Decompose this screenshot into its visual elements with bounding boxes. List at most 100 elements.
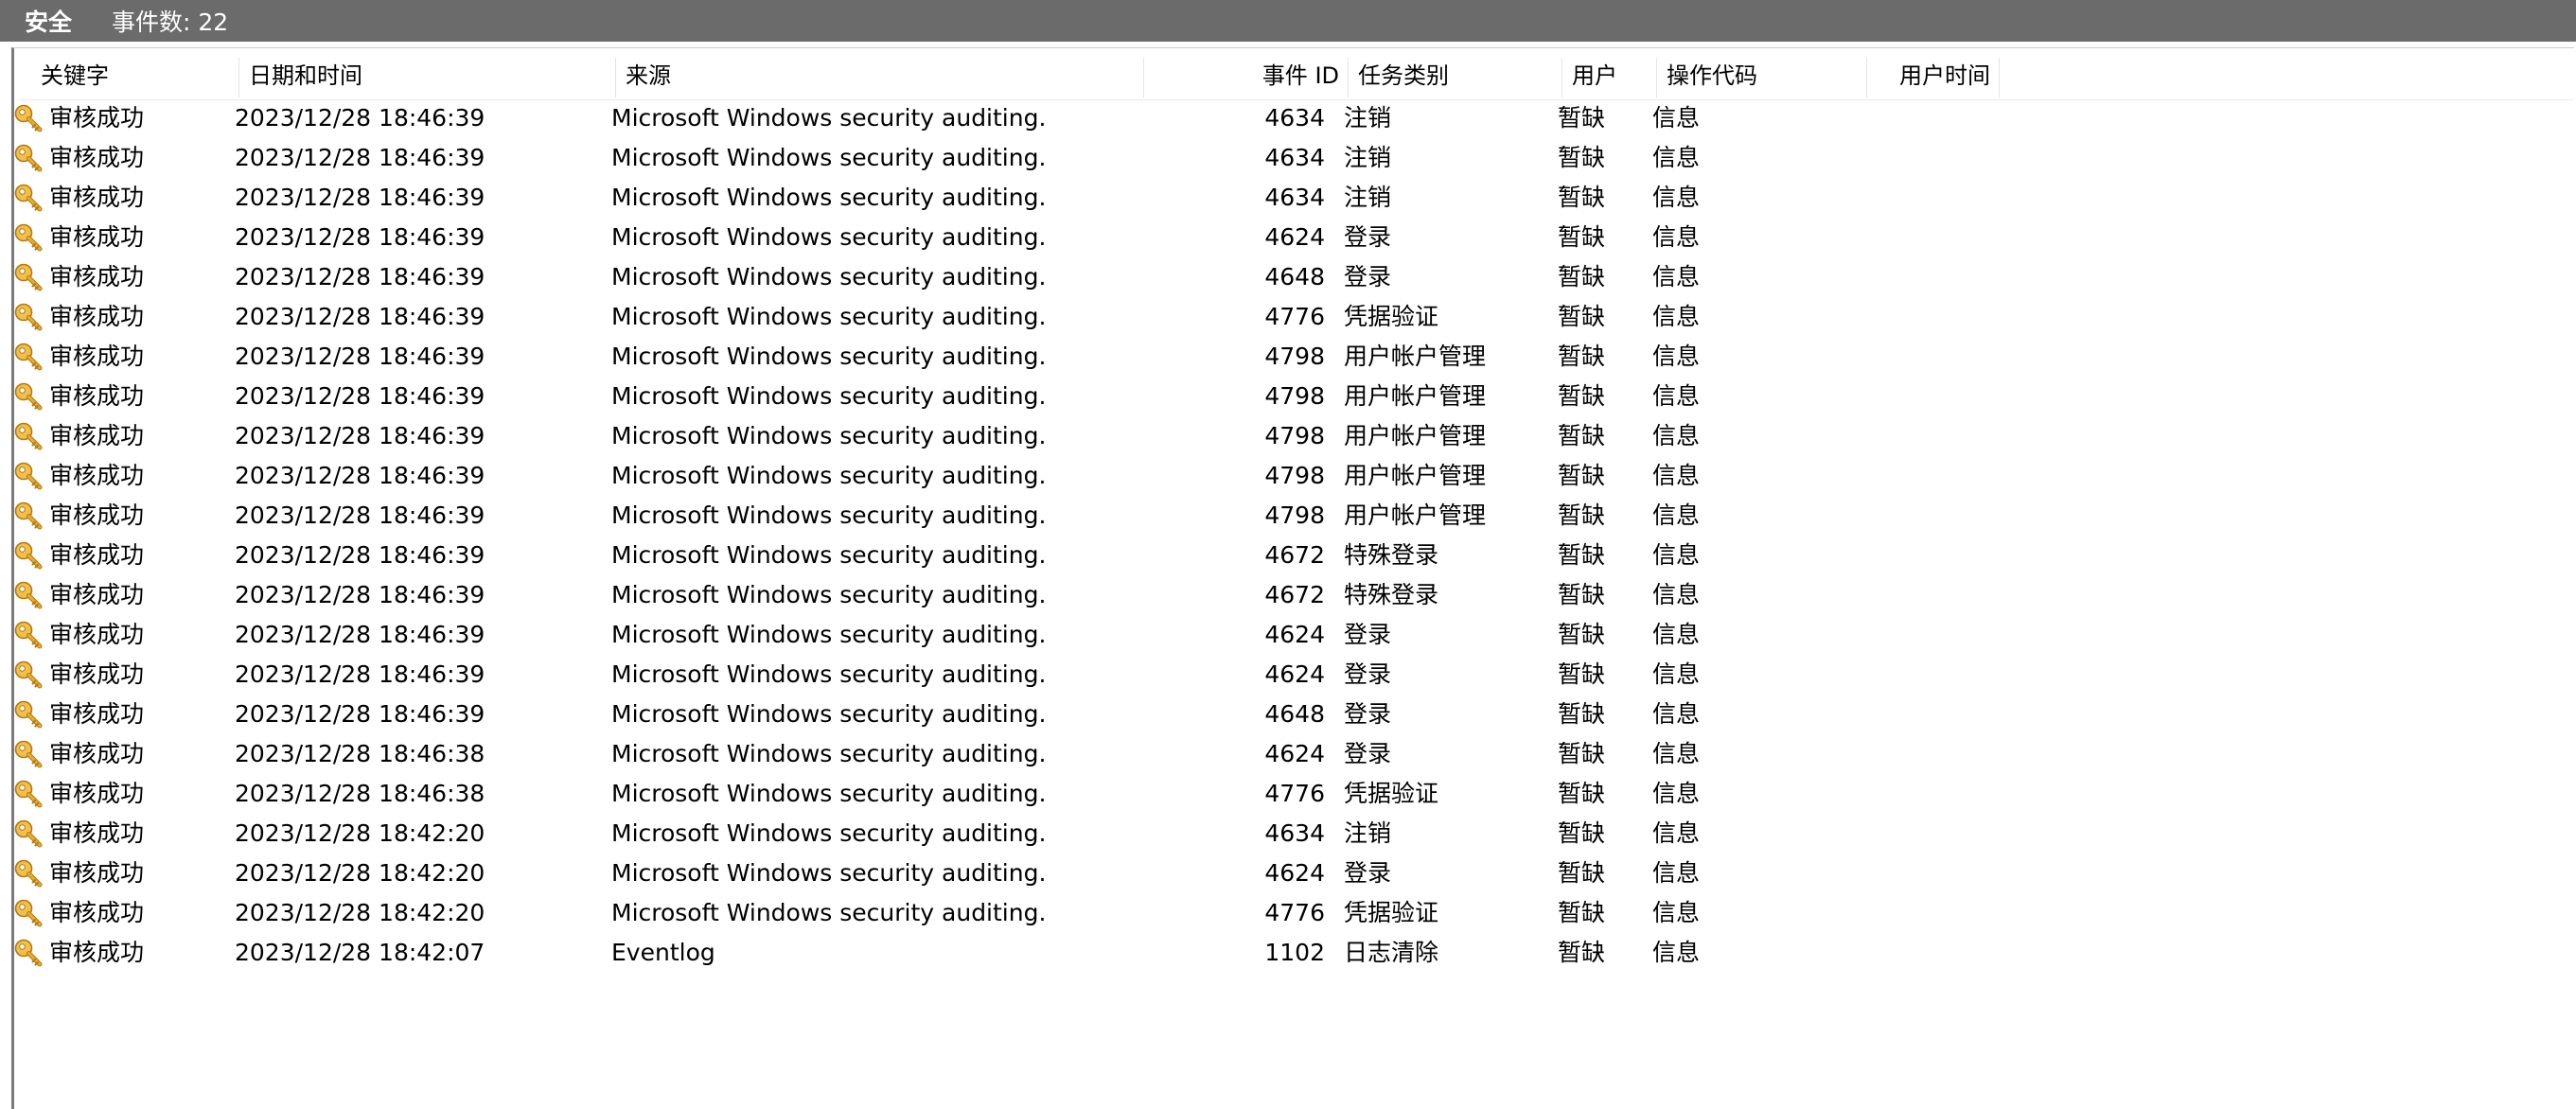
cell-keyword: 审核成功: [49, 740, 145, 767]
table-row[interactable]: 审核成功 2023/12/28 18:46:39 Microsoft Windows…: [4, 98, 2559, 138]
table-row[interactable]: 审核成功 2023/12/28 18:42:20 Microsoft Windows…: [4, 854, 2559, 893]
cell-user-time: [1853, 575, 1976, 615]
cell-event-id: 4634: [1264, 104, 1325, 132]
cell-source: Microsoft Windows security auditing.: [611, 541, 1047, 569]
key-icon: [13, 421, 44, 451]
cell-keyword: 审核成功: [49, 223, 145, 251]
key-icon: [13, 381, 44, 412]
column-header-keyword[interactable]: 关键字: [31, 52, 239, 99]
cell-user: 暂缺: [1558, 740, 1606, 767]
cell-keyword: 审核成功: [49, 700, 145, 728]
cell-user-time: [1853, 98, 1976, 138]
cell-keyword: 审核成功: [49, 621, 145, 648]
cell-event-id: 4648: [1264, 263, 1325, 290]
column-header-user[interactable]: 用户: [1562, 52, 1657, 99]
column-header-source[interactable]: 来源: [616, 52, 1144, 99]
table-row[interactable]: 审核成功 2023/12/28 18:46:39 Microsoft Windows…: [4, 575, 2559, 615]
cell-event-id: 4776: [1264, 899, 1325, 926]
cell-keyword: 审核成功: [49, 462, 145, 489]
cell-opcode: 信息: [1652, 621, 1701, 648]
cell-source: Eventlog: [611, 939, 715, 966]
cell-source: Microsoft Windows security auditing.: [611, 899, 1047, 926]
table-row[interactable]: 审核成功 2023/12/28 18:46:39 Microsoft Windows…: [4, 297, 2559, 337]
cell-datetime: 2023/12/28 18:46:39: [235, 263, 485, 290]
cell-task-category: 凭据验证: [1344, 899, 1439, 926]
cell-opcode: 信息: [1652, 700, 1701, 728]
cell-event-id: 4672: [1264, 541, 1325, 569]
cell-keyword: 审核成功: [49, 303, 145, 330]
table-row[interactable]: 审核成功 2023/12/28 18:46:39 Microsoft Windows…: [4, 257, 2559, 297]
cell-task-category: 登录: [1344, 740, 1392, 767]
table-row[interactable]: 审核成功 2023/12/28 18:46:39 Microsoft Windows…: [4, 496, 2559, 536]
table-row[interactable]: 审核成功 2023/12/28 18:46:39 Microsoft Windows…: [4, 218, 2559, 257]
cell-source: Microsoft Windows security auditing.: [611, 462, 1047, 489]
cell-user-time: [1853, 257, 1976, 297]
cell-opcode: 信息: [1652, 541, 1701, 569]
table-row[interactable]: 审核成功 2023/12/28 18:46:39 Microsoft Windows…: [4, 178, 2559, 218]
table-row[interactable]: 审核成功 2023/12/28 18:46:38 Microsoft Windows…: [4, 734, 2559, 774]
table-row[interactable]: 审核成功 2023/12/28 18:46:39 Microsoft Windows…: [4, 416, 2559, 456]
cell-user: 暂缺: [1558, 899, 1606, 926]
column-header-event-id[interactable]: 事件 ID: [1144, 52, 1349, 99]
cell-opcode: 信息: [1652, 422, 1701, 449]
cell-opcode: 信息: [1652, 660, 1701, 688]
table-row[interactable]: 审核成功 2023/12/28 18:46:39 Microsoft Windows…: [4, 337, 2559, 377]
column-header-user-time[interactable]: 用户时间: [1867, 52, 2000, 99]
cell-event-id: 4798: [1264, 382, 1325, 410]
table-row[interactable]: 审核成功 2023/12/28 18:42:07 Eventlog 1102 日志清除 暂…: [4, 933, 2559, 973]
cell-user: 暂缺: [1558, 780, 1606, 807]
cell-event-id: 4634: [1264, 184, 1325, 211]
cell-user-time: [1853, 416, 1976, 456]
cell-task-category: 凭据验证: [1344, 303, 1439, 330]
cell-opcode: 信息: [1652, 144, 1701, 171]
table-row[interactable]: 审核成功 2023/12/28 18:42:20 Microsoft Windows…: [4, 814, 2559, 854]
cell-event-id: 4624: [1264, 223, 1325, 251]
cell-keyword: 审核成功: [49, 382, 145, 410]
column-header-label: 关键字: [41, 62, 109, 89]
cell-source: Microsoft Windows security auditing.: [611, 700, 1047, 728]
cell-opcode: 信息: [1652, 263, 1701, 290]
cell-datetime: 2023/12/28 18:46:39: [235, 184, 485, 211]
title-bar: 安全 事件数: 22: [0, 0, 2576, 42]
cell-user-time: [1853, 496, 1976, 536]
cell-keyword: 审核成功: [49, 541, 145, 569]
cell-keyword: 审核成功: [49, 780, 145, 807]
cell-event-id: 4776: [1264, 780, 1325, 807]
cell-datetime: 2023/12/28 18:46:39: [235, 502, 485, 529]
cell-datetime: 2023/12/28 18:46:39: [235, 581, 485, 608]
table-row[interactable]: 审核成功 2023/12/28 18:46:39 Microsoft Windows…: [4, 536, 2559, 575]
cell-source: Microsoft Windows security auditing.: [611, 660, 1047, 688]
cell-task-category: 登录: [1344, 700, 1392, 728]
column-header-opcode[interactable]: 操作代码: [1657, 52, 1867, 99]
cell-source: Microsoft Windows security auditing.: [611, 184, 1047, 211]
key-icon: [13, 858, 44, 889]
cell-task-category: 用户帐户管理: [1344, 382, 1487, 410]
cell-task-category: 登录: [1344, 263, 1392, 290]
key-icon: [13, 540, 44, 571]
cell-event-id: 4776: [1264, 303, 1325, 330]
table-row[interactable]: 审核成功 2023/12/28 18:46:39 Microsoft Windows…: [4, 456, 2559, 496]
table-row[interactable]: 审核成功 2023/12/28 18:42:20 Microsoft Windows…: [4, 893, 2559, 933]
cell-task-category: 日志清除: [1344, 939, 1439, 966]
column-header-label: 用户: [1572, 62, 1617, 89]
key-icon: [13, 819, 44, 849]
column-header-label: 日期和时间: [249, 62, 362, 89]
table-row[interactable]: 审核成功 2023/12/28 18:46:39 Microsoft Windows…: [4, 138, 2559, 178]
table-row[interactable]: 审核成功 2023/12/28 18:46:39 Microsoft Windows…: [4, 655, 2559, 695]
table-row[interactable]: 审核成功 2023/12/28 18:46:38 Microsoft Windows…: [4, 774, 2559, 814]
cell-source: Microsoft Windows security auditing.: [611, 621, 1047, 648]
cell-opcode: 信息: [1652, 343, 1701, 370]
column-header-datetime[interactable]: 日期和时间: [239, 52, 616, 99]
cell-datetime: 2023/12/28 18:42:07: [235, 939, 485, 966]
key-icon: [13, 342, 44, 372]
cell-event-id: 4798: [1264, 343, 1325, 370]
table-row[interactable]: 审核成功 2023/12/28 18:46:39 Microsoft Windows…: [4, 615, 2559, 655]
column-header-row: 关键字 日期和时间 来源 事件 ID 任务类别 用户 操作代码 用户时间: [18, 52, 2573, 100]
cell-event-id: 4634: [1264, 144, 1325, 171]
cell-task-category: 登录: [1344, 223, 1392, 251]
table-row[interactable]: 审核成功 2023/12/28 18:46:39 Microsoft Windows…: [4, 695, 2559, 734]
cell-source: Microsoft Windows security auditing.: [611, 502, 1047, 529]
table-row[interactable]: 审核成功 2023/12/28 18:46:39 Microsoft Windows…: [4, 377, 2559, 416]
column-header-task-category[interactable]: 任务类别: [1349, 52, 1562, 99]
cell-task-category: 注销: [1344, 144, 1392, 171]
